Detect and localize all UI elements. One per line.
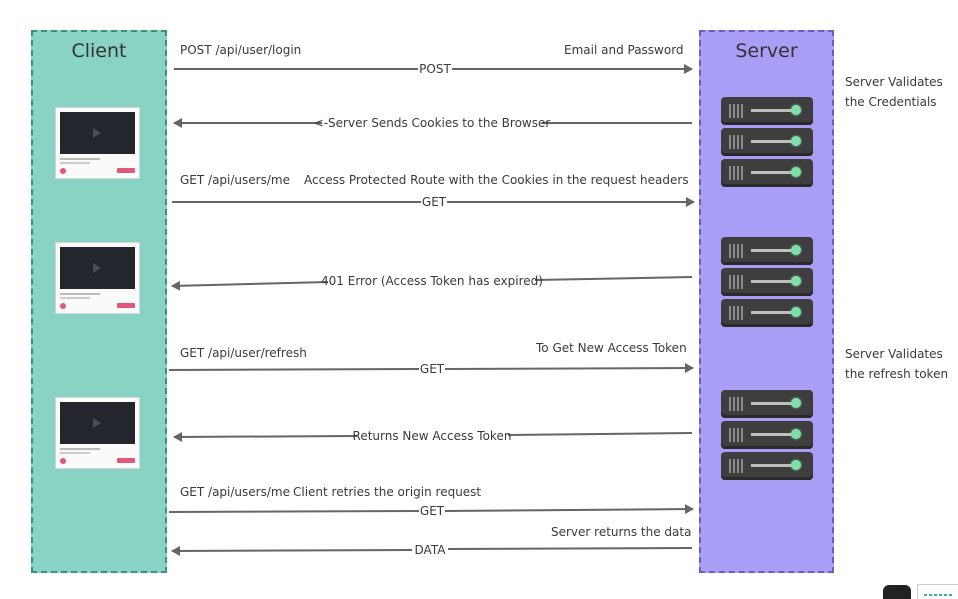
arrow-send-cookies: <-Server Sends Cookies to the Browser <box>173 116 692 130</box>
player-control-dark-icon[interactable] <box>883 585 911 599</box>
arrow-new-token: Returns New Access Token <box>173 429 693 443</box>
arrow-return-data: DATA <box>171 543 693 557</box>
arrow-label: GET <box>420 362 445 376</box>
arrow-401-error: 401 Error (Access Token has expired) <box>171 274 693 291</box>
arrow-label: DATA <box>415 543 447 557</box>
arrow-label: POST <box>419 62 451 76</box>
player-control-progress-icon[interactable] <box>917 584 958 599</box>
arrow-label: <-Server Sends Cookies to the Browser <box>314 116 551 130</box>
arrow-label: Returns New Access Token <box>353 429 512 443</box>
arrows-layer: POST <-Server Sends Cookies to the Brows… <box>168 62 695 557</box>
arrow-post-login: POST <box>174 62 693 76</box>
arrow-get-refresh: GET <box>168 362 694 376</box>
arrow-label: GET <box>420 504 445 518</box>
arrow-label: GET <box>422 195 447 209</box>
video-player-controls <box>883 584 958 599</box>
arrow-get-me-2: GET <box>168 504 694 518</box>
sequence-diagram: Client Server POST /api/user/login Email… <box>0 0 958 599</box>
arrow-get-me-1: GET <box>172 195 695 209</box>
arrow-label: 401 Error (Access Token has expired) <box>321 274 543 288</box>
